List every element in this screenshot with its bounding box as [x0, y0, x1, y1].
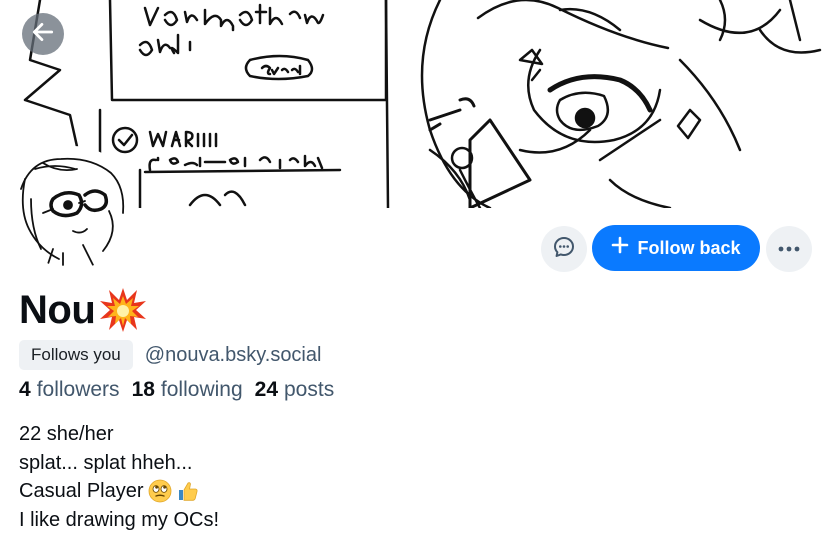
- bio-text: Casual Player: [19, 480, 144, 502]
- handle-row: Follows you @nouva.bsky.social: [19, 340, 321, 370]
- chat-bubble-icon: [552, 235, 576, 264]
- posts-count: 24: [254, 378, 278, 401]
- bio-text: 22 she/her: [19, 423, 114, 445]
- more-options-button[interactable]: [766, 226, 812, 272]
- following-label: following: [160, 378, 243, 401]
- avatar-drawing: [20, 157, 125, 268]
- follows-you-badge: Follows you: [19, 340, 133, 370]
- bio-text: I like drawing my OCs!: [19, 508, 220, 531]
- followers-count: 4: [19, 378, 31, 401]
- profile-bio: 22 she/her splat... splat hheh... Casual…: [19, 420, 219, 534]
- followers-stat[interactable]: 4 followers: [19, 378, 120, 402]
- follow-back-button[interactable]: Follow back: [592, 225, 760, 271]
- bio-line: 22 she/her: [19, 420, 219, 449]
- bio-line: Casual Player: [19, 477, 219, 506]
- profile-stats: 4 followers 18 following 24 posts: [19, 378, 334, 402]
- rolling-eyes-emoji: [148, 479, 172, 503]
- follow-back-label: Follow back: [637, 237, 741, 258]
- plus-icon: [611, 235, 629, 259]
- posts-label: posts: [284, 378, 335, 401]
- arrow-left-icon: [30, 19, 56, 50]
- avatar[interactable]: [10, 146, 136, 272]
- bio-text: splat... splat hheh...: [19, 451, 193, 474]
- posts-stat: 24 posts: [255, 378, 335, 402]
- back-button[interactable]: [22, 13, 64, 55]
- followers-label: followers: [36, 378, 120, 401]
- profile-handle: @nouva.bsky.social: [144, 343, 322, 366]
- following-stat[interactable]: 18 following: [132, 378, 243, 402]
- bio-line: splat... splat hheh...: [19, 449, 219, 478]
- bio-line: I like drawing my OCs!: [19, 506, 219, 534]
- thumbs-up-emoji: [176, 479, 200, 503]
- display-name-row: Nou: [19, 286, 147, 334]
- display-name: Nou: [19, 287, 96, 332]
- message-button[interactable]: [541, 226, 587, 272]
- collision-emoji: [99, 286, 147, 334]
- following-count: 18: [131, 378, 155, 401]
- ellipsis-icon: [778, 240, 800, 258]
